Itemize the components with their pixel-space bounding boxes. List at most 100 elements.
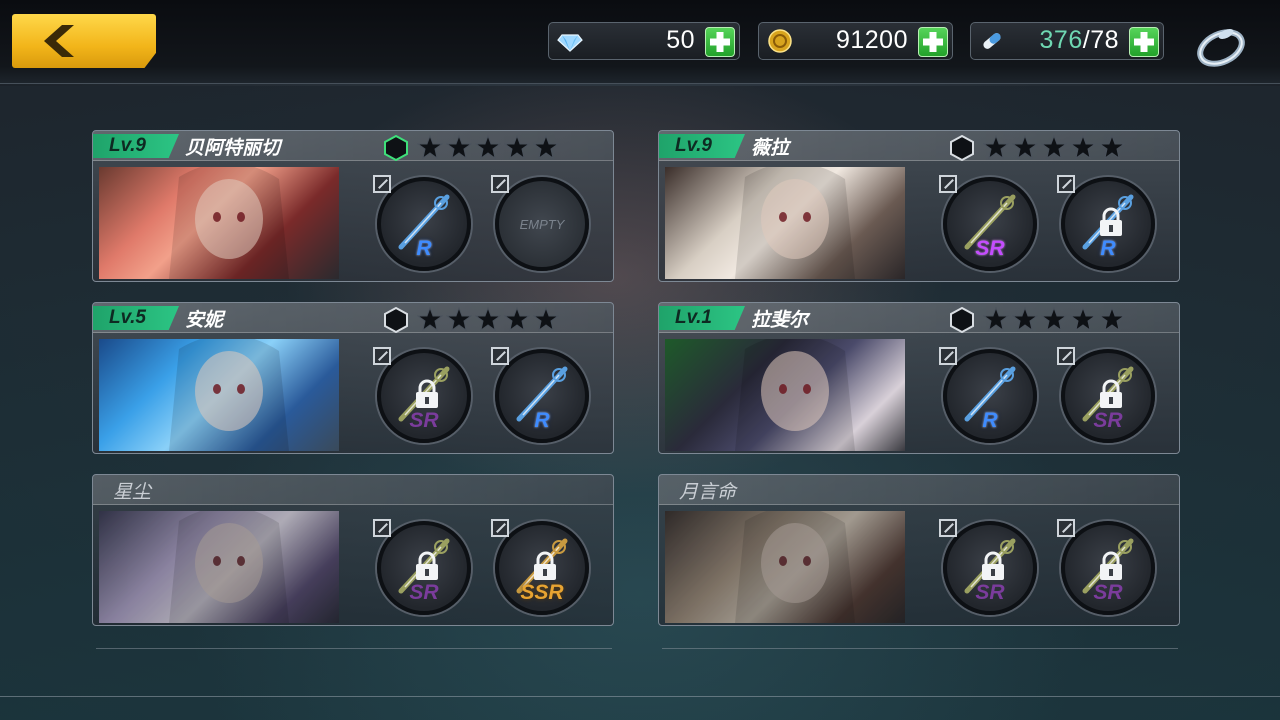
equipment-slot[interactable]: SR	[1057, 519, 1155, 615]
star-icon	[1041, 135, 1067, 159]
chevron-left-icon	[44, 25, 74, 57]
edit-icon	[491, 347, 509, 365]
rarity-label: R	[534, 409, 550, 432]
star-icon	[533, 135, 559, 159]
character-card[interactable]: Lv.9 贝阿特丽切 R EMPTY	[92, 130, 614, 282]
character-card[interactable]: 星尘 SR SSR	[92, 474, 614, 626]
equipment-slot[interactable]: SR	[939, 519, 1037, 615]
ring-menu-button[interactable]	[1192, 18, 1250, 72]
portrait-figure	[735, 167, 855, 279]
rarity-label: SR	[975, 237, 1005, 260]
lock-icon	[1100, 379, 1122, 408]
rarity-label: R	[1100, 237, 1116, 260]
ring-icon	[1197, 29, 1245, 67]
star-rating	[417, 307, 559, 331]
star-icon	[1099, 135, 1125, 159]
gem-slot	[949, 306, 975, 337]
star-rating	[417, 135, 559, 159]
character-portrait	[665, 167, 905, 279]
rarity-label: R	[416, 237, 432, 260]
lock-icon	[982, 551, 1004, 580]
rarity-label: SSR	[520, 581, 564, 604]
star-icon	[1070, 135, 1096, 159]
character-portrait	[665, 339, 905, 451]
character-name: 拉斐尔	[751, 309, 809, 331]
add-diamond-button[interactable]	[705, 27, 735, 57]
diamond-amount: 50	[666, 26, 695, 54]
edit-icon	[491, 175, 509, 193]
star-icon	[475, 135, 501, 159]
lock-icon	[416, 379, 438, 408]
character-portrait	[99, 167, 339, 279]
equipment-slot[interactable]: EMPTY	[491, 175, 589, 271]
portrait-figure	[735, 511, 855, 623]
portrait-figure	[735, 339, 855, 451]
character-name: 星尘	[113, 481, 152, 503]
level-badge: Lv.9	[93, 134, 179, 158]
card-header: 星尘	[93, 475, 613, 505]
stamina-current: 376	[1039, 26, 1083, 54]
edit-icon	[939, 347, 957, 365]
gem-slot	[383, 306, 409, 337]
star-icon	[1099, 307, 1125, 331]
gem-slot-icon	[950, 306, 974, 334]
card-header: Lv.1 拉斐尔	[659, 303, 1179, 334]
equipment-slot[interactable]: SR	[373, 347, 471, 443]
star-rating	[983, 135, 1125, 159]
portrait-figure	[169, 511, 289, 623]
lock-icon	[1100, 551, 1122, 580]
lock-icon	[416, 551, 438, 580]
star-icon	[504, 135, 530, 159]
level-badge: Lv.5	[93, 306, 179, 330]
level-badge: Lv.9	[659, 134, 745, 158]
rarity-label: SR	[1093, 581, 1123, 604]
divider-right	[662, 648, 1178, 649]
star-icon	[417, 307, 443, 331]
equipment-slot[interactable]: SR	[373, 519, 471, 615]
character-portrait	[99, 339, 339, 451]
character-card[interactable]: Lv.5 安妮 SR R	[92, 302, 614, 454]
star-icon	[1070, 307, 1096, 331]
edit-icon	[1057, 347, 1075, 365]
character-name: 月言命	[679, 481, 737, 503]
edit-icon	[1057, 175, 1075, 193]
star-icon	[983, 135, 1009, 159]
edit-icon	[373, 519, 391, 537]
equipment-slot[interactable]: R	[491, 347, 589, 443]
star-icon	[504, 307, 530, 331]
rarity-label: R	[982, 409, 998, 432]
edit-icon	[491, 519, 509, 537]
equipment-slot[interactable]: SSR	[491, 519, 589, 615]
gem-slot-icon	[384, 134, 408, 162]
portrait-figure	[169, 339, 289, 451]
character-card[interactable]: Lv.9 薇拉 SR R	[658, 130, 1180, 282]
gold-amount: 91200	[835, 26, 908, 54]
equipment-slot[interactable]: R	[1057, 175, 1155, 271]
equipment-slot[interactable]: SR	[939, 175, 1037, 271]
equipment-slot[interactable]: R	[939, 347, 1037, 443]
character-name: 薇拉	[751, 137, 790, 159]
rarity-label: SR	[409, 409, 439, 432]
divider-left	[96, 648, 612, 649]
add-stamina-button[interactable]	[1129, 27, 1159, 57]
star-icon	[533, 307, 559, 331]
rarity-label: SR	[409, 581, 439, 604]
bottom-line	[0, 696, 1280, 697]
equipment-slot[interactable]: SR	[1057, 347, 1155, 443]
add-gold-button[interactable]	[918, 27, 948, 57]
star-icon	[417, 135, 443, 159]
character-card[interactable]: Lv.1 拉斐尔 R SR	[658, 302, 1180, 454]
back-button[interactable]	[12, 14, 156, 68]
equipment-slot[interactable]: R	[373, 175, 471, 271]
edit-icon	[373, 175, 391, 193]
star-icon	[1012, 307, 1038, 331]
character-card[interactable]: 月言命 SR SR	[658, 474, 1180, 626]
star-icon	[1012, 135, 1038, 159]
character-portrait	[665, 511, 905, 623]
stamina-amount: 376/78	[1040, 26, 1119, 55]
gem-slot-icon	[384, 306, 408, 334]
character-name: 贝阿特丽切	[185, 137, 281, 159]
gold-counter: 91200	[758, 22, 953, 60]
lock-icon	[1100, 207, 1122, 236]
card-header: Lv.9 薇拉	[659, 131, 1179, 162]
